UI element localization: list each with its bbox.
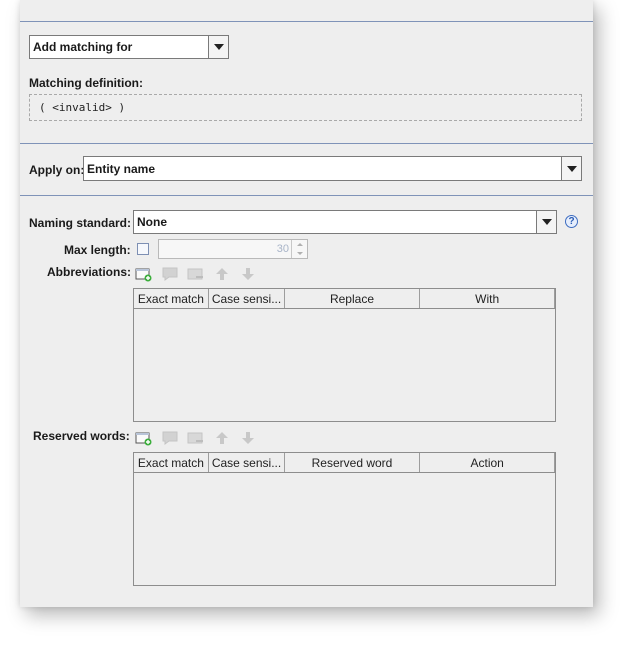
abbreviations-toolbar xyxy=(134,265,258,283)
add-matching-value: Add matching for xyxy=(33,40,133,54)
chevron-down-icon[interactable] xyxy=(536,211,556,233)
column-header-case-sensitive[interactable]: Case sensi... xyxy=(209,289,285,308)
help-symbol: ? xyxy=(568,216,575,227)
max-length-label: Max length: xyxy=(64,243,131,257)
chevron-down-icon[interactable] xyxy=(208,36,228,58)
matching-definition-label: Matching definition: xyxy=(29,76,143,90)
abbreviations-table[interactable]: Exact match Case sensi... Replace With xyxy=(133,288,556,422)
max-length-checkbox[interactable] xyxy=(137,243,149,255)
add-row-icon[interactable] xyxy=(134,429,154,447)
reserved-words-label: Reserved words: xyxy=(33,429,130,443)
abbreviations-label: Abbreviations: xyxy=(47,265,132,279)
add-matching-dropdown[interactable]: Add matching for xyxy=(29,35,229,59)
abbreviations-table-header: Exact match Case sensi... Replace With xyxy=(134,289,555,309)
reserved-words-toolbar xyxy=(134,429,258,447)
reserved-words-table[interactable]: Exact match Case sensi... Reserved word … xyxy=(133,452,556,586)
column-header-action[interactable]: Action xyxy=(420,453,555,472)
column-header-case-sensitive[interactable]: Case sensi... xyxy=(209,453,285,472)
chevron-down-icon[interactable] xyxy=(561,157,581,180)
settings-panel: Add matching for Matching definition: ( … xyxy=(20,0,593,607)
column-header-exact-match[interactable]: Exact match xyxy=(134,453,209,472)
comment-icon[interactable] xyxy=(160,429,180,447)
apply-on-label: Apply on: xyxy=(29,163,85,177)
arrow-up-icon[interactable] xyxy=(212,429,232,447)
spinner-down-icon[interactable] xyxy=(292,249,307,258)
naming-standard-value: None xyxy=(137,215,167,229)
arrow-down-icon[interactable] xyxy=(238,265,258,283)
separator-1 xyxy=(20,143,593,144)
comment-icon[interactable] xyxy=(160,265,180,283)
reserved-words-table-header: Exact match Case sensi... Reserved word … xyxy=(134,453,555,473)
spinner-buttons[interactable] xyxy=(291,240,307,258)
column-header-reserved-word[interactable]: Reserved word xyxy=(285,453,421,472)
naming-standard-dropdown[interactable]: None xyxy=(133,210,557,234)
max-length-spinner[interactable]: 30 xyxy=(158,239,308,259)
separator-2 xyxy=(20,195,593,196)
help-icon[interactable]: ? xyxy=(565,215,578,228)
naming-standard-label: Naming standard: xyxy=(29,216,132,230)
apply-on-dropdown[interactable]: Entity name xyxy=(83,156,582,181)
column-header-replace[interactable]: Replace xyxy=(285,289,421,308)
column-header-with[interactable]: With xyxy=(420,289,555,308)
remove-row-icon[interactable] xyxy=(186,265,206,283)
apply-on-value: Entity name xyxy=(87,161,156,176)
column-header-exact-match[interactable]: Exact match xyxy=(134,289,209,308)
max-length-value: 30 xyxy=(276,243,289,255)
add-row-icon[interactable] xyxy=(134,265,154,283)
arrow-down-icon[interactable] xyxy=(238,429,258,447)
top-separator xyxy=(20,21,593,22)
arrow-up-icon[interactable] xyxy=(212,265,232,283)
spinner-up-icon[interactable] xyxy=(292,240,307,249)
matching-definition-value: ( <invalid> ) xyxy=(39,101,126,114)
matching-definition-box: ( <invalid> ) xyxy=(29,94,582,121)
remove-row-icon[interactable] xyxy=(186,429,206,447)
